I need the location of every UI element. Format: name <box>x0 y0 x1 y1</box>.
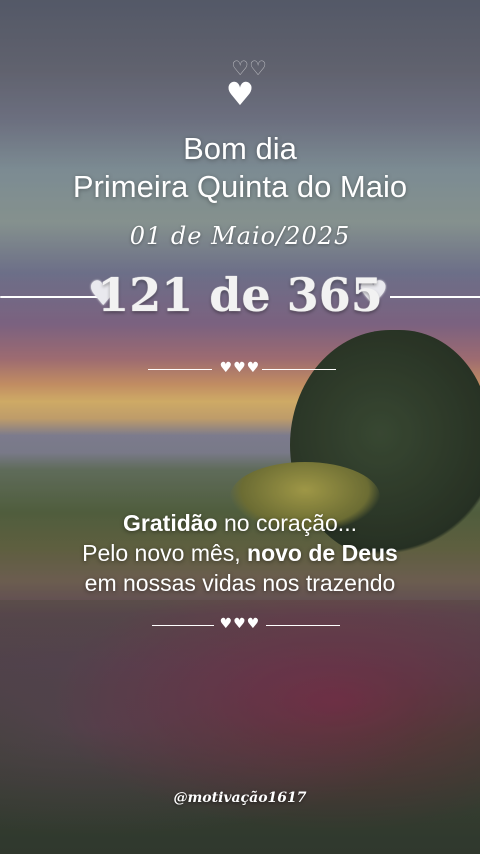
hearts-divider-top: ♥♥♥ <box>0 360 480 380</box>
day-count-row: ♥ ♥ 121 de 365 <box>0 268 480 324</box>
hearts-icon: ♥♥♥ <box>219 360 261 376</box>
message-line2: Pelo novo mês, novo de Deus <box>0 538 480 568</box>
date-text: 01 de Maio/2025 <box>129 222 351 250</box>
heart-icon: ♥ <box>225 75 255 113</box>
message-line2-start: Pelo novo mês, <box>82 540 248 566</box>
message-bold-novo: novo de Deus <box>247 540 398 566</box>
message: Gratidão no coração... Pelo novo mês, no… <box>0 508 480 598</box>
message-line3: em nossas vidas nos trazendo <box>84 570 396 596</box>
top-hearts: ♡♡ ♥ <box>0 58 480 110</box>
greeting: Bom dia Primeira Quinta do Maio <box>0 130 480 206</box>
hearts-divider-bottom: ♥♥♥ <box>0 616 480 636</box>
greeting-line2: Primeira Quinta do Maio <box>72 169 408 204</box>
small-hearts-icon: ♡♡ <box>231 56 267 80</box>
message-line1: Gratidão no coração... <box>0 508 480 538</box>
message-line1-rest: no coração... <box>217 510 357 536</box>
message-bold-gratidao: Gratidão <box>123 510 218 536</box>
day-count: 121 de 365 <box>97 268 383 322</box>
greeting-line1: Bom dia <box>183 131 297 166</box>
author-handle: @motivação1617 <box>173 790 307 806</box>
tint-overlay <box>0 0 480 854</box>
hearts-icon: ♥♥♥ <box>219 616 261 632</box>
